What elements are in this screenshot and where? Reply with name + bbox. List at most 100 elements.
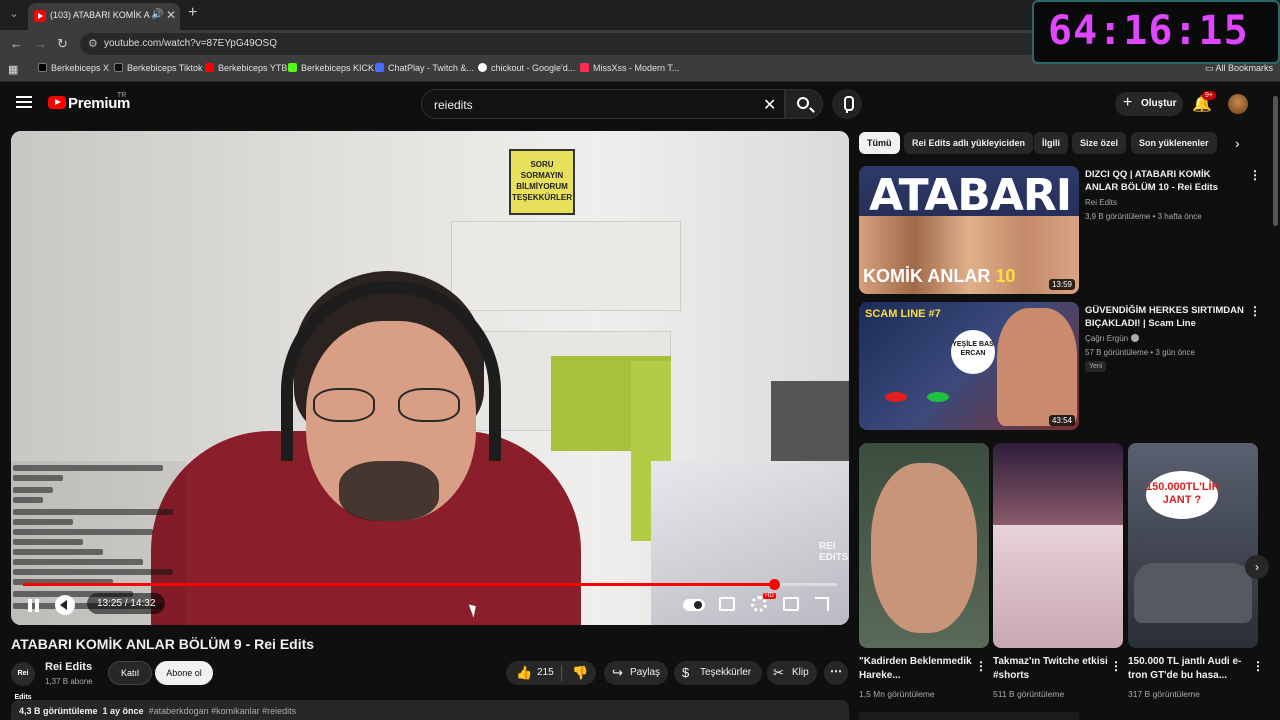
volume-icon[interactable] [55, 595, 75, 615]
green-button-shape [927, 392, 949, 402]
back-icon[interactable]: ← [10, 36, 23, 51]
reload-icon[interactable]: ↻ [57, 36, 68, 52]
thumbnail-subtext-a: KOMİK ANLAR [863, 266, 991, 286]
divider [561, 665, 562, 681]
thanks-button[interactable]: $ Teşekkürler [674, 661, 762, 685]
search-button[interactable] [785, 89, 823, 119]
thumbnail-bottom [993, 525, 1123, 648]
menu-icon[interactable] [16, 96, 32, 108]
video-player[interactable]: SORU SORMAYIN BİLMİYORUM TEŞEKKÜRLER REI… [11, 131, 849, 625]
more-actions-icon[interactable]: ⋯ [824, 661, 848, 685]
chip-for-you[interactable]: Size özel [1072, 132, 1127, 154]
forward-icon[interactable]: → [34, 36, 47, 51]
search-input[interactable]: reiedits ✕ [421, 89, 785, 119]
apps-icon[interactable]: ▦ [8, 63, 18, 76]
chat-line [13, 549, 103, 555]
more-options-icon[interactable]: ⋮ [1110, 659, 1122, 673]
more-options-icon[interactable]: ⋮ [1249, 168, 1261, 182]
address-bar[interactable]: ⚙ youtube.com/watch?v=87EYpG49OSQ [80, 33, 1040, 55]
recommended-video[interactable]: SCAM LINE #7 YEŞİLE BAS ERCAN 43:54 GÜVE… [859, 302, 1269, 432]
thanks-label: Teşekkürler [700, 667, 752, 678]
thumbnail-car [1134, 563, 1252, 623]
bookmark-item[interactable]: Berkebiceps Tiktok [114, 63, 203, 73]
account-avatar[interactable] [1228, 94, 1248, 114]
red-button-shape [885, 392, 907, 402]
video-thumbnail[interactable]: ATABARI KOMİK ANLAR 10 13:59 [859, 166, 1079, 294]
bookmark-item[interactable]: Berkebiceps KICK [288, 63, 374, 73]
search-icon [797, 97, 809, 109]
close-tab-icon[interactable]: ✕ [166, 8, 176, 22]
autoplay-toggle[interactable] [683, 599, 705, 611]
channel-name[interactable]: Rei Edits [45, 661, 92, 673]
subtitles-icon[interactable] [719, 597, 735, 611]
create-label: Oluştur [1141, 98, 1177, 109]
chevron-right-icon[interactable]: › [1235, 135, 1240, 151]
tab-search-icon[interactable]: ⌄ [6, 6, 22, 22]
join-button[interactable]: Katıl [108, 661, 152, 685]
scrollbar-thumb[interactable] [1273, 96, 1278, 226]
youtube-logo-icon[interactable] [48, 96, 66, 109]
recommended-video[interactable]: ATABARI KOMİK ANLAR 10 13:59 DIZCI QQ | … [859, 166, 1269, 296]
short-thumbnail[interactable] [859, 443, 989, 648]
recommended-channel[interactable]: Çağrı Ergün [1085, 334, 1140, 343]
description-box[interactable]: 4,3 B görüntüleme 1 ay önce #ataberkdoga… [11, 700, 849, 720]
thumbnail-text: 150.000TL'LİK JANT ? [1146, 471, 1220, 519]
duration-badge: 43:54 [1048, 415, 1075, 426]
video-thumbnail[interactable]: SCAM LINE #7 YEŞİLE BAS ERCAN 43:54 [859, 302, 1079, 430]
chip-from-uploader[interactable]: Rei Edits adlı yükleyiciden [904, 132, 1034, 154]
bookmark-item[interactable]: chickout - Google'd... [478, 63, 575, 73]
short-title[interactable]: 150.000 TL jantlı Audi e-tron GT'de bu h… [1128, 655, 1246, 683]
pause-icon[interactable] [25, 597, 41, 613]
new-tab-icon[interactable]: + [188, 4, 197, 22]
all-bookmarks[interactable]: ▭ All Bookmarks [1205, 63, 1273, 74]
thumbnail-subtext-b: 10 [995, 266, 1016, 286]
clip-button[interactable]: ✂ Klip [767, 661, 817, 685]
dislike-icon[interactable]: 👎 [572, 661, 588, 685]
browser-tab-active[interactable]: (103) ATABARI KOMİK ANLA 🔊 ✕ [28, 3, 180, 30]
more-options-icon[interactable]: ⋮ [975, 659, 987, 673]
like-count[interactable]: 215 [537, 661, 554, 685]
chat-line [13, 487, 53, 493]
recommended-title[interactable]: DIZCI QQ | ATABARI KOMİK ANLAR BÖLÜM 10 … [1085, 168, 1245, 194]
recommended-title[interactable]: GÜVENDİĞİM HERKES SIRTIMDAN BIÇAKLADI! |… [1085, 304, 1245, 330]
chip-all[interactable]: Tümü [859, 132, 900, 154]
site-info-icon[interactable]: ⚙ [88, 37, 98, 50]
google-logo-icon [478, 63, 487, 72]
region-label: TR [117, 92, 127, 99]
short-thumbnail[interactable] [993, 443, 1123, 648]
bookmark-item[interactable]: MissXss - Modern T... [580, 63, 679, 73]
shorts-next-icon[interactable]: › [1245, 555, 1269, 579]
short-thumbnail[interactable]: 150.000TL'LİK JANT ? [1128, 443, 1258, 648]
kick-logo-icon [288, 63, 297, 72]
short-title[interactable]: "Kadirden Beklenmedik Hareke... [859, 655, 977, 683]
search-query: reiedits [434, 98, 473, 112]
share-button[interactable]: ↪ Paylaş [604, 661, 668, 685]
clear-search-icon[interactable]: ✕ [763, 95, 776, 115]
bookmark-item[interactable]: ChatPlay - Twitch &... [375, 63, 474, 73]
bookmark-item[interactable]: Berkebiceps X [38, 63, 109, 73]
channel-avatar[interactable]: Rei Edits [11, 662, 35, 701]
subscribe-button[interactable]: Abone ol [155, 661, 213, 685]
chip-related[interactable]: İlgili [1034, 132, 1068, 154]
create-button[interactable]: + Oluştur [1115, 92, 1183, 116]
channel-label: Çağrı Ergün [1085, 334, 1129, 343]
voice-search-icon[interactable] [832, 89, 862, 119]
chip-recently-uploaded[interactable]: Son yüklenenler [1131, 132, 1217, 154]
more-options-icon[interactable]: ⋮ [1252, 659, 1264, 673]
recommended-channel[interactable]: Rei Edits [1085, 198, 1117, 207]
short-title[interactable]: Takmaz'ın Twitche etkisi #shorts [993, 655, 1111, 683]
duration-badge: 13:59 [1048, 279, 1075, 290]
progress-bar[interactable] [23, 579, 837, 590]
plus-icon: + [1123, 94, 1133, 111]
fullscreen-icon[interactable] [815, 597, 829, 611]
like-icon[interactable]: 👍 [516, 661, 532, 685]
video-title: ATABARI KOMİK ANLAR BÖLÜM 9 - Rei Edits [11, 636, 315, 652]
upload-age: 1 ay önce [102, 706, 144, 716]
clip-label: Klip [792, 667, 809, 678]
hashtags[interactable]: #ataberkdogan #komikanlar #reiedits [149, 706, 297, 716]
bookmark-item[interactable]: Berkebiceps YTB [205, 63, 287, 73]
more-options-icon[interactable]: ⋮ [1249, 304, 1261, 318]
theater-mode-icon[interactable] [783, 597, 799, 611]
bookmark-label: Berkebiceps YTB [218, 63, 288, 73]
speaker-icon[interactable]: 🔊 [151, 9, 163, 20]
